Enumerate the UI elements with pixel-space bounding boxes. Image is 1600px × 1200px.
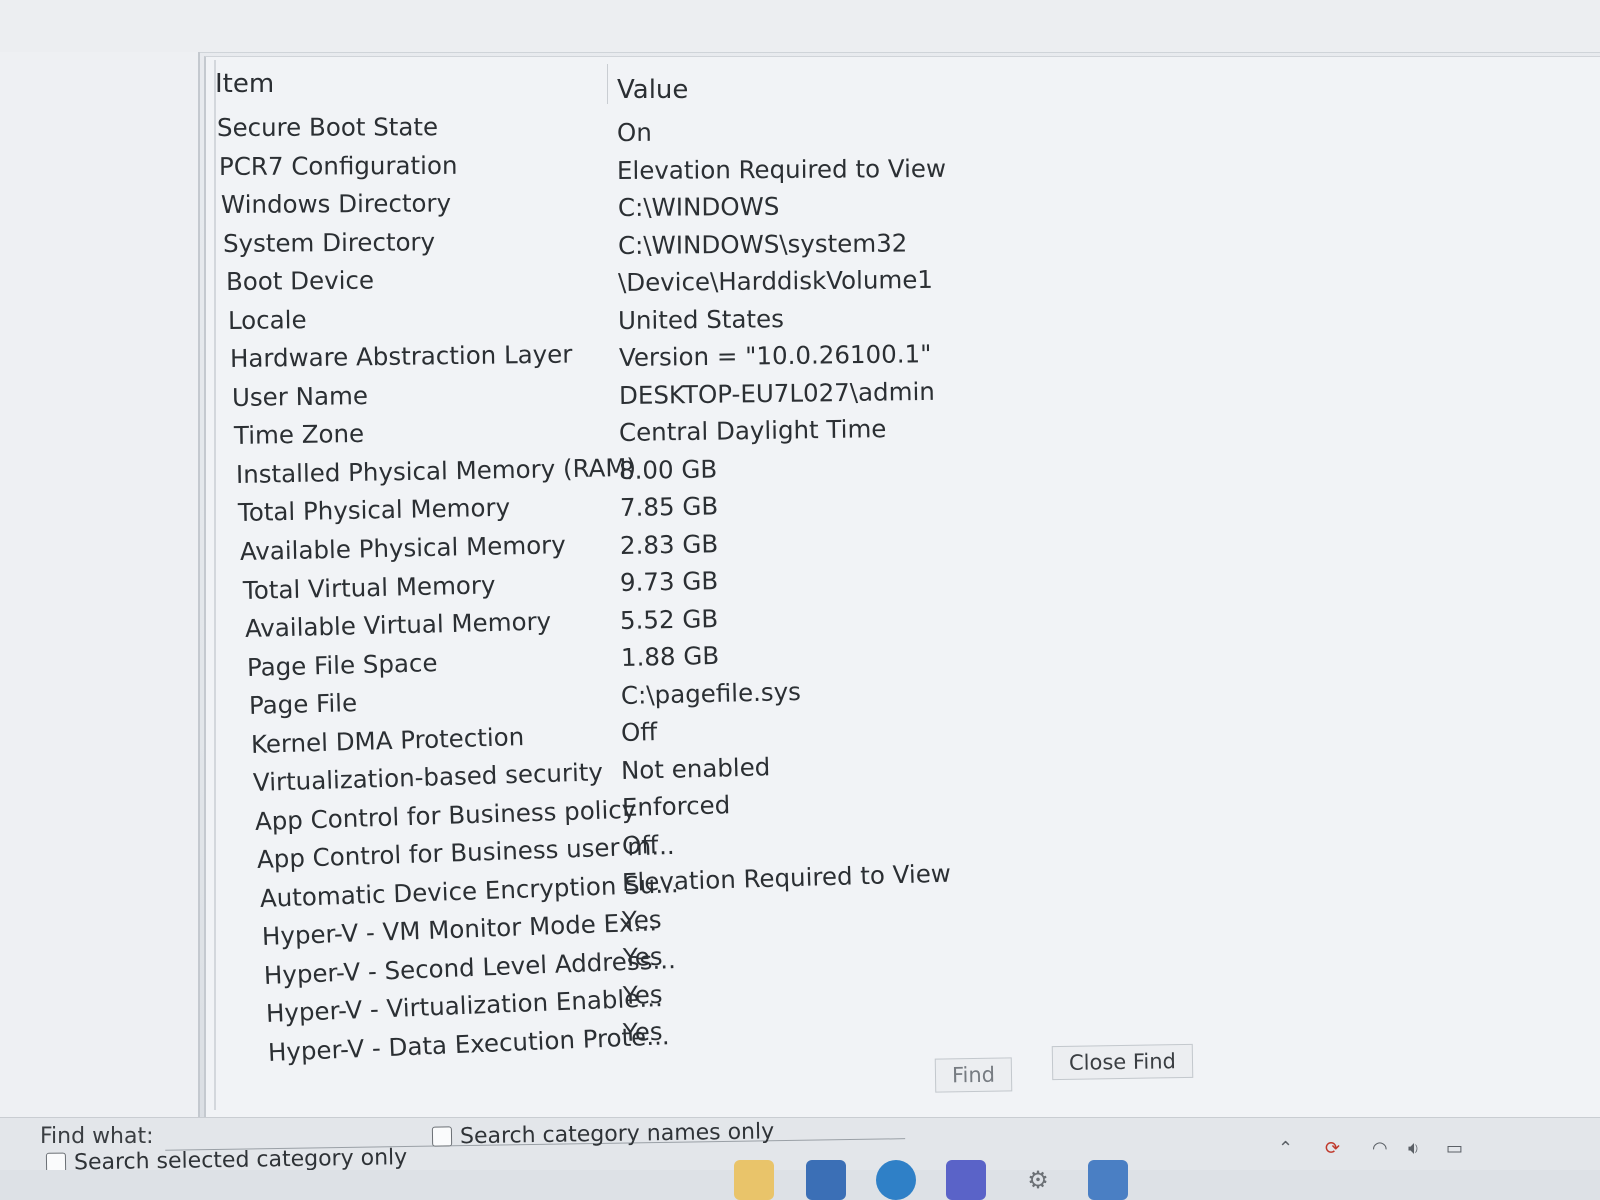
row-item-label[interactable]: Boot Device <box>225 266 373 297</box>
row-value[interactable]: 9.73 GB <box>620 566 719 598</box>
row-value[interactable]: Yes <box>622 979 663 1010</box>
volume-icon[interactable]: 🔉︎ <box>1408 1138 1419 1159</box>
store-icon[interactable] <box>806 1160 846 1200</box>
row-value[interactable]: 7.85 GB <box>619 491 718 523</box>
settings-icon[interactable]: ⚙ <box>1018 1160 1058 1200</box>
update-icon[interactable]: ⟳ <box>1325 1138 1340 1159</box>
battery-icon[interactable]: ▭ <box>1446 1138 1463 1159</box>
row-item-label[interactable]: Page File <box>248 688 357 721</box>
row-item-label[interactable]: Total Physical Memory <box>238 493 511 528</box>
search-category-names-label: Search category names only <box>459 1119 775 1150</box>
taskbar <box>0 1170 1600 1200</box>
wifi-icon[interactable]: ◠ <box>1372 1138 1388 1159</box>
screen: Item Value Secure Boot State On PCR7 Confi… <box>0 0 1600 1200</box>
file-explorer-icon[interactable] <box>734 1160 774 1200</box>
row-value[interactable]: United States <box>618 304 784 336</box>
search-category-names-checkbox[interactable] <box>431 1126 453 1147</box>
list-border <box>214 60 216 1110</box>
row-value[interactable]: Off <box>621 830 658 861</box>
row-value[interactable]: DESKTOP-EU7L027\admin <box>619 376 935 410</box>
row-item-label[interactable]: Secure Boot State <box>217 112 438 143</box>
row-item-label[interactable]: Windows Directory <box>221 189 451 221</box>
row-value[interactable]: 2.83 GB <box>619 529 718 561</box>
row-item-label[interactable]: PCR7 Configuration <box>219 150 458 181</box>
row-value[interactable]: 1.88 GB <box>620 641 719 673</box>
row-value[interactable]: Yes <box>623 1017 664 1048</box>
row-value[interactable]: C:\WINDOWS\system32 <box>618 228 908 261</box>
row-item-label[interactable]: Hardware Abstraction Layer <box>230 340 573 374</box>
row-value[interactable]: Not enabled <box>621 752 771 786</box>
row-value[interactable]: Off <box>621 717 658 748</box>
row-value[interactable]: Enforced <box>621 790 730 823</box>
column-header-item[interactable]: Item <box>215 64 274 104</box>
row-item-label[interactable]: Locale <box>227 305 306 336</box>
row-item-label[interactable]: User Name <box>232 381 368 413</box>
row-item-label[interactable]: System Directory <box>223 227 435 259</box>
row-item-label[interactable]: Time Zone <box>234 419 365 451</box>
category-tree-pane[interactable] <box>0 52 200 1127</box>
row-item-label[interactable]: Page File Space <box>246 648 437 683</box>
row-value[interactable]: Elevation Required to View <box>617 153 946 185</box>
row-value[interactable]: C:\WINDOWS <box>617 192 779 223</box>
column-header-value[interactable]: Value <box>617 70 688 110</box>
teams-icon[interactable] <box>946 1160 986 1200</box>
row-value[interactable]: \Device\HarddiskVolume1 <box>618 265 933 298</box>
row-item-label[interactable]: Total Virtual Memory <box>242 570 495 606</box>
find-button[interactable]: Find <box>934 1057 1013 1093</box>
row-value[interactable]: Yes <box>622 904 662 935</box>
row-value[interactable]: 8.00 GB <box>619 454 718 486</box>
row-value[interactable]: On <box>617 118 652 148</box>
find-what-label: Find what: <box>40 1124 154 1149</box>
chevron-up-icon[interactable]: ⌃ <box>1278 1138 1293 1159</box>
row-value[interactable]: 5.52 GB <box>620 604 719 636</box>
row-value[interactable]: C:\pagefile.sys <box>620 676 801 710</box>
system-information-icon[interactable] <box>1088 1160 1128 1200</box>
window-top-area <box>0 0 1600 53</box>
edge-icon[interactable] <box>876 1160 916 1200</box>
column-divider[interactable] <box>607 64 608 104</box>
row-value[interactable]: Version = "10.0.26100.1" <box>618 339 931 373</box>
row-value[interactable]: Yes <box>622 942 662 973</box>
close-find-button[interactable]: Close Find <box>1051 1043 1194 1081</box>
row-value[interactable]: Central Daylight Time <box>619 414 887 448</box>
